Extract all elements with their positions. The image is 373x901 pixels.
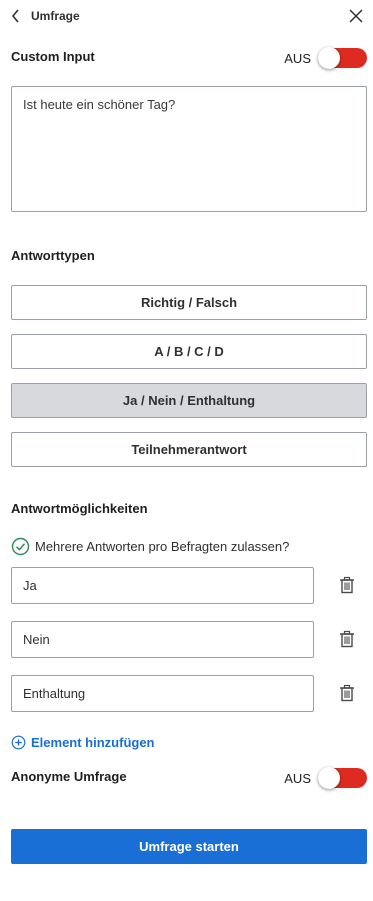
multiple-answers-label: Mehrere Antworten pro Befragten zulassen… — [35, 539, 290, 554]
custom-input-title: Custom Input — [11, 49, 95, 64]
add-element-label: Element hinzufügen — [31, 735, 155, 750]
answer-options-title: Antwortmöglichkeiten — [11, 501, 148, 516]
custom-input-toggle-label: AUS — [284, 50, 311, 66]
header: Umfrage — [0, 0, 373, 34]
answer-type-yes-no-abstain[interactable]: Ja / Nein / Enthaltung — [11, 383, 367, 418]
multiple-answers-option[interactable]: Mehrere Antworten pro Befragten zulassen… — [11, 537, 289, 556]
start-poll-button[interactable]: Umfrage starten — [11, 829, 367, 864]
option-input-1[interactable]: Ja — [11, 567, 314, 604]
trash-icon[interactable] — [339, 576, 355, 594]
option-input-3[interactable]: Enthaltung — [11, 675, 314, 712]
answer-type-participant[interactable]: Teilnehmerantwort — [11, 432, 367, 467]
plus-circle-icon — [11, 735, 26, 750]
custom-input-toggle-group: AUS — [284, 47, 367, 69]
trash-icon[interactable] — [339, 630, 355, 648]
check-circle-icon[interactable] — [11, 537, 30, 556]
custom-input-toggle[interactable] — [318, 47, 367, 69]
anonymous-toggle[interactable] — [318, 767, 367, 789]
header-title: Umfrage — [31, 9, 80, 23]
option-input-2[interactable]: Nein — [11, 621, 314, 658]
anonymous-toggle-group: AUS — [284, 767, 367, 789]
answer-type-abcd[interactable]: A / B / C / D — [11, 334, 367, 369]
trash-icon[interactable] — [339, 684, 355, 702]
question-textarea[interactable]: Ist heute ein schöner Tag? — [11, 86, 367, 212]
chevron-left-icon[interactable] — [9, 7, 23, 25]
anonymous-title: Anonyme Umfrage — [11, 769, 127, 784]
toggle-knob — [318, 767, 340, 789]
toggle-knob — [318, 47, 340, 69]
add-element-button[interactable]: Element hinzufügen — [11, 735, 155, 750]
close-icon[interactable] — [347, 7, 365, 25]
answer-type-true-false[interactable]: Richtig / Falsch — [11, 285, 367, 320]
anonymous-toggle-label: AUS — [284, 770, 311, 786]
answer-types-title: Antworttypen — [11, 248, 95, 263]
